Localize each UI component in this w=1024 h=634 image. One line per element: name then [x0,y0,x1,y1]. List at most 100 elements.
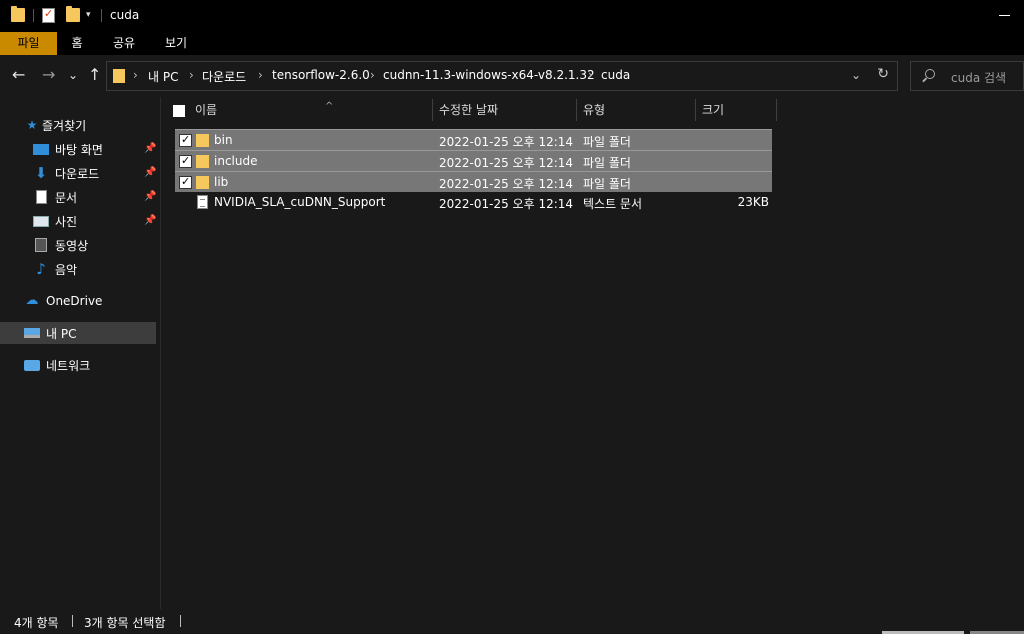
pin-icon: 📌 [144,167,157,178]
sidebar-item-label: 동영상 [55,238,89,253]
row-checkbox[interactable] [179,133,192,147]
sidebar-item-label: 네트워크 [46,358,91,373]
breadcrumb-separator[interactable]: › [189,68,194,82]
sidebar-item-label: 다운로드 [55,166,100,181]
folder-icon [11,6,25,22]
refresh-icon[interactable]: ↻ [877,66,889,82]
file-type: 텍스트 문서 [583,197,643,211]
sort-ascending-icon: ^ [325,101,334,112]
tab-view[interactable]: 보기 [160,32,192,55]
cloud-icon: ☁ [25,293,39,308]
up-button[interactable]: ↑ [88,65,101,85]
table-row[interactable]: bin 2022-01-25 오후 12:14 파일 폴더 [175,129,772,150]
sidebar-item-label: 바탕 화면 [55,142,103,157]
address-bar[interactable]: › 내 PC › 다운로드 › tensorflow-2.6.0 › cudnn… [106,61,898,91]
file-name: bin [214,133,233,147]
recent-locations-button[interactable]: ⌄ [68,65,78,85]
breadcrumb-separator[interactable]: › [588,68,593,82]
row-checkbox[interactable] [179,175,192,189]
search-input[interactable]: cuda 검색 [951,69,1006,86]
breadcrumb-separator[interactable]: › [133,68,138,82]
item-count: 4개 항목 [14,616,59,630]
breadcrumb-separator[interactable]: › [370,68,375,82]
download-icon: ⬇ [34,164,48,182]
column-header-name[interactable]: 이름 ^ [188,97,432,123]
folder-icon [196,134,209,147]
file-name: lib [214,175,229,189]
status-bar: 4개 항목 3개 항목 선택함 [0,609,1024,634]
breadcrumb-this-pc[interactable]: 내 PC [148,68,178,85]
file-modified: 2022-01-25 오후 12:14 [439,197,574,211]
breadcrumb-cuda[interactable]: cuda [601,68,630,82]
file-modified: 2022-01-25 오후 12:14 [439,156,574,170]
window-title: cuda [110,8,140,22]
sidebar-item-label: 문서 [55,190,78,205]
column-header-modified[interactable]: 수정한 날짜 [432,97,576,123]
title-bar: ▾ cuda [0,0,1024,32]
sidebar-item-music[interactable]: ♪ 음악 [33,258,77,280]
document-icon [36,190,47,204]
file-name: NVIDIA_SLA_cuDNN_Support [214,195,386,209]
folder-icon [113,69,125,83]
sidebar-item-this-pc[interactable]: 내 PC [0,322,156,344]
new-folder-icon[interactable] [66,6,80,22]
table-row[interactable]: lib 2022-01-25 오후 12:14 파일 폴더 [175,171,772,192]
divider [33,9,34,22]
file-list: 이름 ^ 수정한 날짜 유형 크기 bin 2022-01-25 오후 12:1… [161,97,1024,609]
table-row[interactable]: NVIDIA_SLA_cuDNN_Support 2022-01-25 오후 1… [175,192,772,213]
properties-icon[interactable] [42,7,55,23]
file-type: 파일 폴더 [583,135,631,149]
ribbon-tabs: 파일 홈 공유 보기 [0,32,1024,55]
breadcrumb-downloads[interactable]: 다운로드 [202,68,246,85]
network-icon [24,359,40,371]
sidebar-item-quick-access[interactable]: ★ 즐겨찾기 [26,114,87,136]
text-document-icon [197,195,208,209]
pin-icon: 📌 [144,191,157,202]
video-icon [35,238,47,252]
sidebar-item-network[interactable]: 네트워크 [24,354,90,376]
column-divider[interactable] [776,99,777,121]
divider [101,9,102,22]
back-button[interactable]: ← [12,65,25,85]
navigation-bar: ← → ⌄ ↑ › 내 PC › 다운로드 › tensorflow-2.6.0… [0,55,1024,97]
select-all-checkbox[interactable] [173,105,185,117]
sidebar-item-label: 음악 [55,262,78,277]
chevron-down-icon[interactable]: ⌄ [851,68,861,82]
tab-file[interactable]: 파일 [0,32,57,55]
breadcrumb-cudnn[interactable]: cudnn-11.3-windows-x64-v8.2.1.32 [383,68,595,82]
sidebar-item-pictures[interactable]: 사진 [33,210,77,232]
minimize-button[interactable] [999,15,1010,16]
sidebar-item-videos[interactable]: 동영상 [33,234,88,256]
folder-icon [196,155,209,168]
sidebar-item-documents[interactable]: 문서 [33,186,77,208]
selection-count: 3개 항목 선택함 [84,616,166,630]
sidebar-item-label: OneDrive [46,294,103,308]
sidebar-item-onedrive[interactable]: ☁ OneDrive [24,290,103,312]
tab-home[interactable]: 홈 [63,32,91,55]
pictures-icon [33,215,49,227]
breadcrumb-separator[interactable]: › [258,68,263,82]
file-type: 파일 폴더 [583,177,631,191]
file-size: 23KB [737,195,769,209]
music-icon: ♪ [36,260,46,278]
folder-icon [196,176,209,189]
star-icon: ★ [26,118,38,132]
column-header-type[interactable]: 유형 [576,97,695,123]
computer-icon [24,328,40,338]
sidebar-item-label: 사진 [55,214,78,229]
breadcrumb-tensorflow[interactable]: tensorflow-2.6.0 [272,68,370,82]
pin-icon: 📌 [144,143,157,154]
divider [180,615,181,627]
sidebar-item-desktop[interactable]: 바탕 화면 [33,138,103,160]
file-name: include [214,154,258,168]
table-row[interactable]: include 2022-01-25 오후 12:14 파일 폴더 [175,150,772,171]
sidebar-item-downloads[interactable]: ⬇ 다운로드 [33,162,99,184]
tab-share[interactable]: 공유 [108,32,140,55]
row-checkbox[interactable] [179,154,192,168]
search-box[interactable]: cuda 검색 [910,61,1024,91]
file-modified: 2022-01-25 오후 12:14 [439,135,574,149]
column-header-size[interactable]: 크기 [695,97,776,123]
forward-button[interactable]: → [42,65,55,85]
quick-access-toolbar-dropdown[interactable]: ▾ [86,10,91,20]
pin-icon: 📌 [144,215,157,226]
